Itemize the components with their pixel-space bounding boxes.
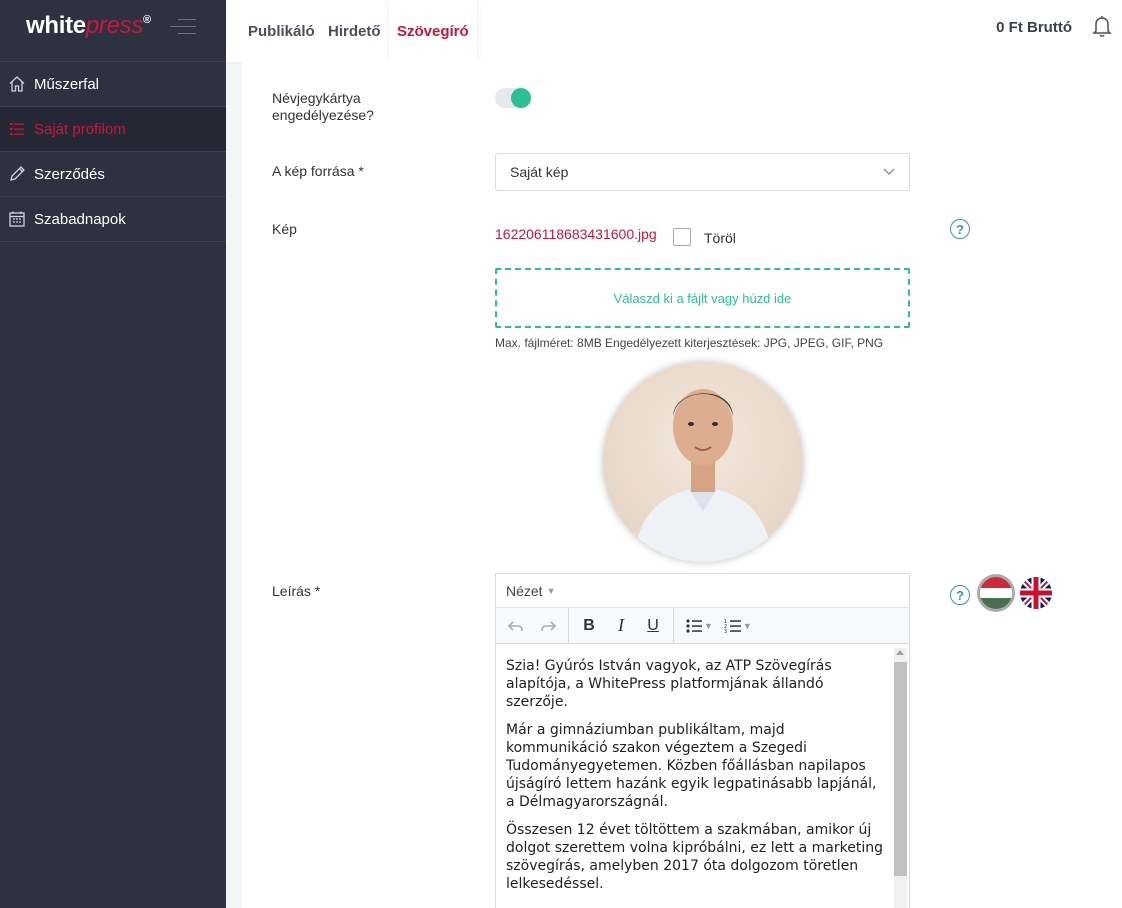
sidebar: whitepress® Műszerfal Saját profilom Sze… (0, 0, 226, 908)
rich-text-editor[interactable]: Nézet ▼ B I U ▼ 123 ▼ Szia! Gyúrós István… (495, 573, 910, 908)
editor-content[interactable]: Szia! Gyúrós István vagyok, az ATP Szöve… (496, 645, 894, 908)
menu-toggle-icon[interactable] (170, 19, 196, 37)
paragraph: Már a gimnáziumban publikáltam, majd kom… (506, 722, 877, 810)
underline-icon[interactable]: U (637, 612, 669, 640)
delete-label: Töröl (704, 230, 736, 246)
editor-menubar: Nézet ▼ (496, 574, 909, 608)
bold-icon[interactable]: B (573, 612, 605, 640)
image-help-icon[interactable]: ? (950, 219, 970, 239)
editor-scrollbar[interactable] (894, 648, 907, 908)
history-group (496, 607, 569, 644)
editor-toolbar: B I U ▼ 123 ▼ (496, 607, 909, 644)
description-label: Leírás * (272, 583, 321, 599)
pencil-icon (8, 165, 26, 183)
home-icon (8, 75, 26, 93)
toggle-knob (511, 88, 531, 108)
hungarian-flag-icon[interactable] (980, 577, 1012, 609)
redo-icon[interactable] (532, 612, 564, 640)
uk-flag-icon[interactable] (1020, 577, 1052, 609)
sidebar-item-dashboard[interactable]: Műszerfal (0, 62, 226, 107)
scroll-up-arrow-icon[interactable] (896, 650, 904, 655)
file-dropzone[interactable]: Válaszd ki a fájlt vagy húzd ide (495, 268, 910, 328)
delete-checkbox[interactable] (673, 228, 691, 246)
balance[interactable]: 0 Ft Bruttó (996, 0, 1072, 54)
image-file-link[interactable]: 162206118683431600.jpg (495, 226, 657, 242)
chevron-down-icon (883, 168, 895, 175)
italic-icon[interactable]: I (605, 612, 637, 640)
list-group: ▼ 123 ▼ (674, 608, 760, 644)
sidebar-item-days-off[interactable]: Szabadnapok (0, 197, 226, 242)
tab-publisher[interactable]: Publikáló (248, 0, 315, 62)
calendar-icon (8, 210, 26, 228)
sidebar-item-contract[interactable]: Szerződés (0, 152, 226, 197)
paragraph: Szia! Gyúrós István vagyok, az ATP Szöve… (506, 658, 832, 710)
tab-advertiser[interactable]: Hirdető (328, 0, 381, 62)
svg-text:3: 3 (724, 629, 727, 635)
file-hint: Max. fájlméret: 8MB Engedélyezett kiterj… (495, 336, 884, 350)
description-help-icon[interactable]: ? (950, 585, 970, 605)
image-source-label: A kép forrása * (272, 163, 364, 179)
caret-icon[interactable]: ▼ (743, 621, 752, 631)
business-card-label: Névjegykártya engedélyezése? (272, 90, 374, 123)
logo-bar: whitepress® (0, 0, 226, 62)
image-source-select[interactable]: Saját kép (495, 153, 910, 191)
caret-icon: ▼ (546, 585, 556, 596)
scrollbar-thumb[interactable] (894, 662, 907, 876)
sidebar-item-my-profile[interactable]: Saját profilom (0, 107, 226, 152)
list-icon (8, 120, 26, 138)
undo-icon[interactable] (500, 612, 532, 640)
whitepress-logo[interactable]: whitepress® (26, 12, 151, 40)
image-label: Kép (272, 221, 297, 237)
paragraph: Összesen 12 évet töltöttem a szakmában, … (506, 822, 883, 892)
format-group: B I U (569, 607, 674, 644)
business-card-toggle[interactable] (495, 88, 531, 108)
bell-icon[interactable] (1092, 14, 1112, 38)
profile-form: Névjegykártya engedélyezése? A kép forrá… (242, 62, 1122, 908)
caret-icon[interactable]: ▼ (704, 621, 713, 631)
menu-view[interactable]: Nézet (506, 583, 543, 599)
avatar (603, 362, 803, 562)
tab-copywriter[interactable]: Szövegíró (389, 0, 477, 62)
top-bar: Publikáló Hirdető Szövegíró 0 Ft Bruttó (226, 0, 1122, 62)
